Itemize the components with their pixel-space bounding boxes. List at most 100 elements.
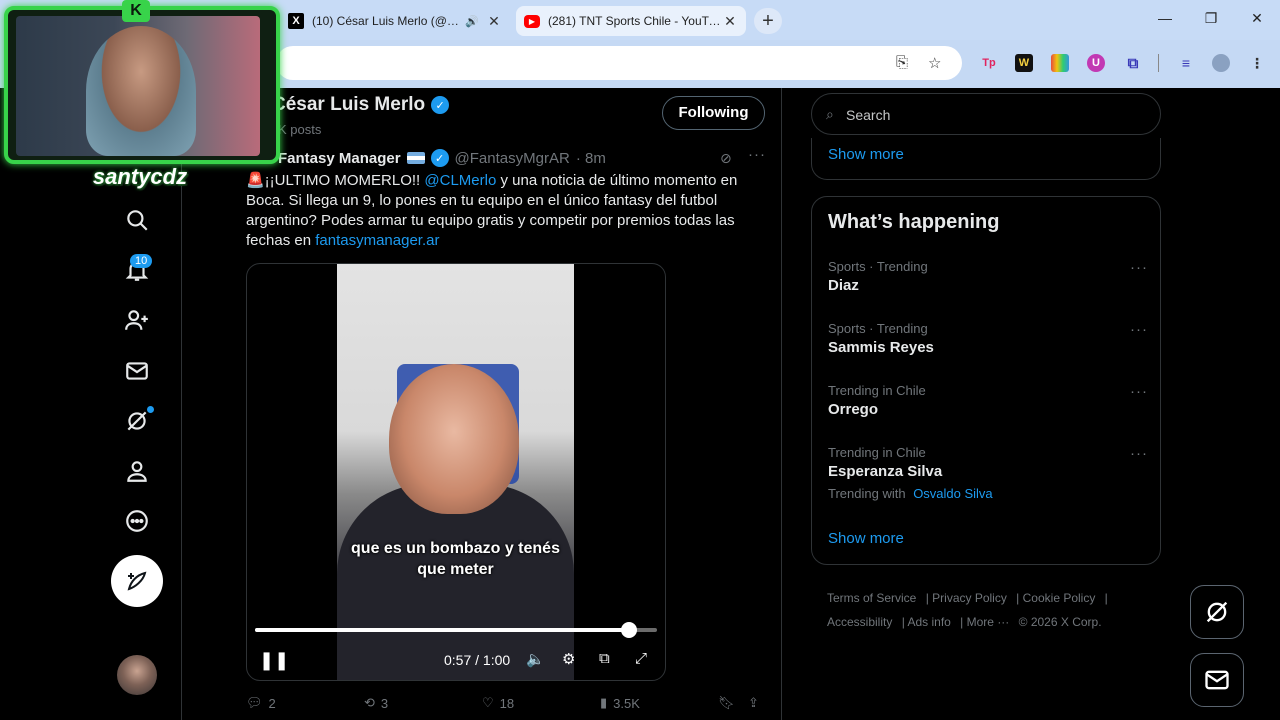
profile-person-icon[interactable] (118, 452, 156, 490)
media-control-icon[interactable]: ≡ (1177, 54, 1195, 72)
close-window-icon[interactable]: ✕ (1247, 10, 1267, 27)
video-progress-bar[interactable] (255, 622, 657, 638)
trend-item[interactable]: Sports · Trending Diaz ··· (828, 259, 1148, 294)
sidebar-footer: Terms of Service | Privacy Policy | Cook… (827, 591, 1108, 629)
tweet-more-icon[interactable]: ··· (748, 146, 766, 163)
show-more-trends-link[interactable]: Show more (828, 530, 904, 547)
extension-u-icon[interactable]: U (1087, 54, 1105, 72)
messages-envelope-icon[interactable] (118, 352, 156, 390)
install-app-icon[interactable]: ⎘ (896, 54, 908, 71)
grok-explain-icon[interactable]: ⊘ (720, 150, 732, 167)
footer-link[interactable]: Accessibility (827, 615, 892, 629)
browser-menu-icon[interactable]: ⋮ (1248, 54, 1266, 72)
more-options-circle-icon[interactable] (118, 502, 156, 540)
repost-button[interactable]: ⟲ 3 (364, 695, 388, 711)
footer-more-link[interactable]: More ··· (967, 615, 1010, 629)
like-button[interactable]: ♡ 18 (482, 695, 514, 711)
bookmark-icon: 🔖︎ (718, 695, 735, 710)
progress-scrubber[interactable] (620, 622, 637, 638)
trend-meta: Trending in Chile (828, 445, 926, 460)
trend-name: Orrego (828, 401, 879, 418)
tweet-author[interactable]: Fantasy Manager (278, 150, 401, 167)
video-frame (337, 264, 574, 680)
bookmark-star-icon[interactable]: ☆ (928, 54, 941, 72)
trend-more-icon[interactable]: ··· (1130, 445, 1148, 462)
trend-with-label: Trending with (828, 486, 906, 501)
address-bar[interactable]: ⎘ ☆ (276, 46, 962, 80)
reply-button[interactable]: 💬︎ 2 (246, 695, 276, 711)
mention-link[interactable]: @CLMerlo (424, 172, 496, 189)
video-time: 0:57 / 1:00 (444, 652, 511, 668)
extension-w-icon[interactable]: W (1015, 54, 1033, 72)
trend-meta: Sports · Trending (828, 321, 928, 336)
trend-name: Esperanza Silva (828, 463, 943, 480)
compose-post-button[interactable] (111, 555, 163, 607)
tweet-time[interactable]: · 8m (576, 150, 606, 167)
tab-title: (281) TNT Sports Chile - YouTube (548, 14, 722, 28)
trend-item[interactable]: Sports · Trending Sammis Reyes ··· (828, 321, 1148, 356)
tab-youtube[interactable]: ▶ (281) TNT Sports Chile - YouTube ✕ (516, 6, 746, 36)
search-box[interactable]: ⌕ (811, 93, 1161, 135)
fullscreen-icon[interactable]: ⤢ (635, 650, 647, 667)
follow-people-icon[interactable] (118, 301, 156, 339)
trend-with-link[interactable]: Osvaldo Silva (913, 486, 992, 501)
views-button[interactable]: ▮ 3.5K (600, 695, 640, 711)
overlay-logo: K (122, 0, 150, 22)
copyright: © 2026 X Corp. (1018, 615, 1102, 629)
argentina-flag-icon (406, 152, 425, 164)
speaker-icon[interactable]: 🔊 (464, 15, 480, 28)
trend-more-icon[interactable]: ··· (1130, 321, 1148, 338)
trend-item[interactable]: Trending in Chile Esperanza Silva Trendi… (828, 445, 1148, 501)
share-button[interactable]: ⇪ (748, 695, 759, 711)
envelope-icon (1205, 670, 1229, 690)
profile-name: César Luis Merlo (272, 94, 426, 115)
trend-with: Trending with Osvaldo Silva (828, 486, 1148, 501)
close-tab-icon[interactable]: ✕ (722, 13, 738, 30)
extension-tp-icon[interactable]: Tp (980, 54, 998, 72)
like-count: 18 (499, 695, 515, 711)
new-tab-button[interactable]: + (754, 8, 782, 34)
footer-link[interactable]: Privacy Policy (932, 591, 1007, 605)
following-button[interactable]: Following (662, 96, 765, 130)
minimize-icon[interactable]: — (1155, 10, 1175, 26)
extensions-puzzle-icon[interactable]: ⧉ (1124, 54, 1142, 72)
tweet-handle[interactable]: @FantasyMgrAR (455, 150, 570, 167)
verified-badge-icon: ✓ (431, 96, 450, 114)
extension-color-icon[interactable] (1051, 54, 1069, 72)
pause-icon[interactable]: ❚❚ (259, 650, 289, 671)
profile-header-name: César Luis Merlo ✓ (272, 94, 450, 116)
webcam-overlay: K santycdz (0, 0, 283, 196)
search-icon: ⌕ (826, 106, 834, 122)
bookmark-button[interactable]: 🔖︎ (718, 695, 735, 711)
verified-badge-icon: ✓ (430, 149, 449, 167)
x-logo-icon: X (288, 13, 304, 29)
trend-more-icon[interactable]: ··· (1130, 259, 1148, 276)
settings-gear-icon[interactable]: ⚙ (562, 650, 575, 668)
profile-avatar-icon[interactable] (1212, 54, 1230, 72)
footer-link[interactable]: Cookie Policy (1023, 591, 1096, 605)
messages-floating-button[interactable] (1190, 653, 1244, 707)
share-icon: ⇪ (748, 695, 759, 710)
grok-icon (1206, 601, 1228, 623)
trend-more-icon[interactable]: ··· (1130, 383, 1148, 400)
show-more-link[interactable]: Show more (828, 146, 904, 163)
trend-meta: Sports · Trending (828, 259, 928, 274)
footer-link[interactable]: Terms of Service (827, 591, 916, 605)
explore-search-icon[interactable] (118, 201, 156, 239)
picture-in-picture-icon[interactable]: ⧉ (599, 650, 610, 667)
trend-item[interactable]: Trending in Chile Orrego ··· (828, 383, 1148, 418)
search-input[interactable] (846, 104, 1146, 126)
video-player[interactable]: que es un bombazo y tenés que meter ❚❚ 0… (246, 263, 666, 681)
footer-link[interactable]: Ads info (907, 615, 950, 629)
close-tab-icon[interactable]: ✕ (486, 13, 502, 30)
volume-icon[interactable]: 🔈 (526, 650, 545, 668)
reply-icon: 💬︎ (246, 695, 263, 710)
trend-name: Sammis Reyes (828, 339, 934, 356)
reply-count: 2 (268, 695, 276, 711)
external-link[interactable]: fantasymanager.ar (315, 232, 439, 249)
restore-icon[interactable]: ❐ (1201, 10, 1221, 27)
tab-x-profile[interactable]: X (10) César Luis Merlo (@CLMerlo) 🔊 ✕ (280, 6, 510, 36)
heart-icon: ♡ (482, 695, 494, 710)
grok-floating-button[interactable] (1190, 585, 1244, 639)
account-avatar[interactable] (117, 655, 157, 695)
